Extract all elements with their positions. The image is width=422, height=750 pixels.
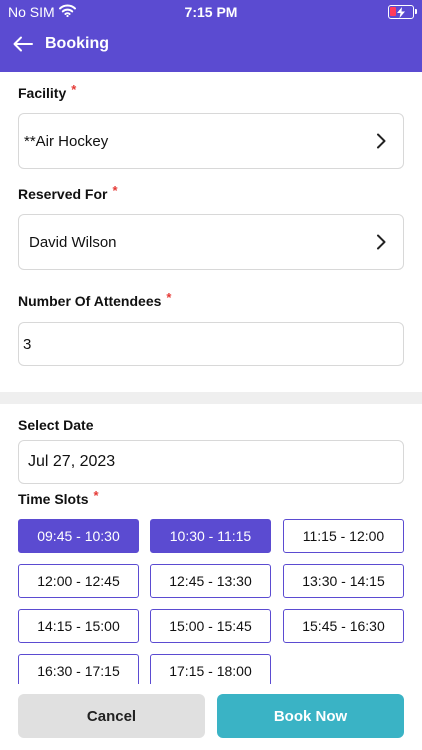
carrier-label: No SIM bbox=[8, 4, 55, 20]
chevron-right-icon bbox=[371, 232, 391, 252]
time-slot[interactable]: 12:45 - 13:30 bbox=[150, 564, 271, 598]
cancel-button[interactable]: Cancel bbox=[18, 694, 205, 738]
nav-bar: Booking bbox=[0, 30, 422, 58]
battery-icon bbox=[388, 5, 417, 19]
facility-selector[interactable]: **Air Hockey bbox=[18, 113, 404, 169]
required-marker: * bbox=[71, 82, 77, 97]
time-slot[interactable]: 15:00 - 15:45 bbox=[150, 609, 271, 643]
reserved-for-selector[interactable]: David Wilson bbox=[18, 214, 404, 270]
time-slot[interactable]: 17:15 - 18:00 bbox=[150, 654, 271, 688]
time-slot[interactable]: 14:15 - 15:00 bbox=[18, 609, 139, 643]
time-slots-label-text: Time Slots bbox=[18, 491, 89, 507]
time-slot[interactable]: 11:15 - 12:00 bbox=[283, 519, 404, 553]
reserved-for-label: Reserved For * bbox=[18, 183, 118, 202]
time-slot[interactable]: 15:45 - 16:30 bbox=[283, 609, 404, 643]
time-slots-label: Time Slots * bbox=[18, 488, 99, 507]
attendees-value: 3 bbox=[23, 335, 32, 353]
action-footer: Cancel Book Now bbox=[0, 684, 422, 750]
book-now-button[interactable]: Book Now bbox=[217, 694, 404, 738]
wifi-icon bbox=[58, 4, 76, 20]
page-title: Booking bbox=[45, 35, 109, 52]
section-divider bbox=[0, 392, 422, 404]
date-value: Jul 27, 2023 bbox=[28, 453, 116, 470]
back-button[interactable] bbox=[11, 32, 35, 56]
carrier-info: No SIM bbox=[8, 4, 76, 20]
chevron-right-icon bbox=[371, 131, 391, 151]
reserved-for-label-text: Reserved For bbox=[18, 186, 108, 202]
required-marker: * bbox=[93, 488, 99, 503]
required-marker: * bbox=[112, 183, 118, 198]
facility-value: **Air Hockey bbox=[24, 132, 109, 150]
time-slot[interactable]: 16:30 - 17:15 bbox=[18, 654, 139, 688]
reserved-for-value: David Wilson bbox=[29, 233, 117, 251]
status-bar: No SIM 7:15 PM bbox=[0, 4, 422, 22]
time-slot[interactable]: 13:30 - 14:15 bbox=[283, 564, 404, 598]
facility-label: Facility * bbox=[18, 82, 77, 101]
app-header: No SIM 7:15 PM Booking bbox=[0, 0, 422, 72]
facility-label-text: Facility bbox=[18, 85, 67, 101]
attendees-input[interactable]: 3 bbox=[18, 322, 404, 366]
attendees-label-text: Number Of Attendees bbox=[18, 293, 162, 309]
select-date-label: Select Date bbox=[18, 417, 94, 433]
time-slot[interactable]: 09:45 - 10:30 bbox=[18, 519, 139, 553]
required-marker: * bbox=[166, 290, 172, 305]
date-picker[interactable]: Jul 27, 2023 bbox=[18, 440, 404, 484]
time-slot[interactable]: 12:00 - 12:45 bbox=[18, 564, 139, 598]
time-slot[interactable]: 10:30 - 11:15 bbox=[150, 519, 271, 553]
attendees-label: Number Of Attendees * bbox=[18, 290, 172, 309]
arrow-left-icon bbox=[13, 36, 33, 52]
